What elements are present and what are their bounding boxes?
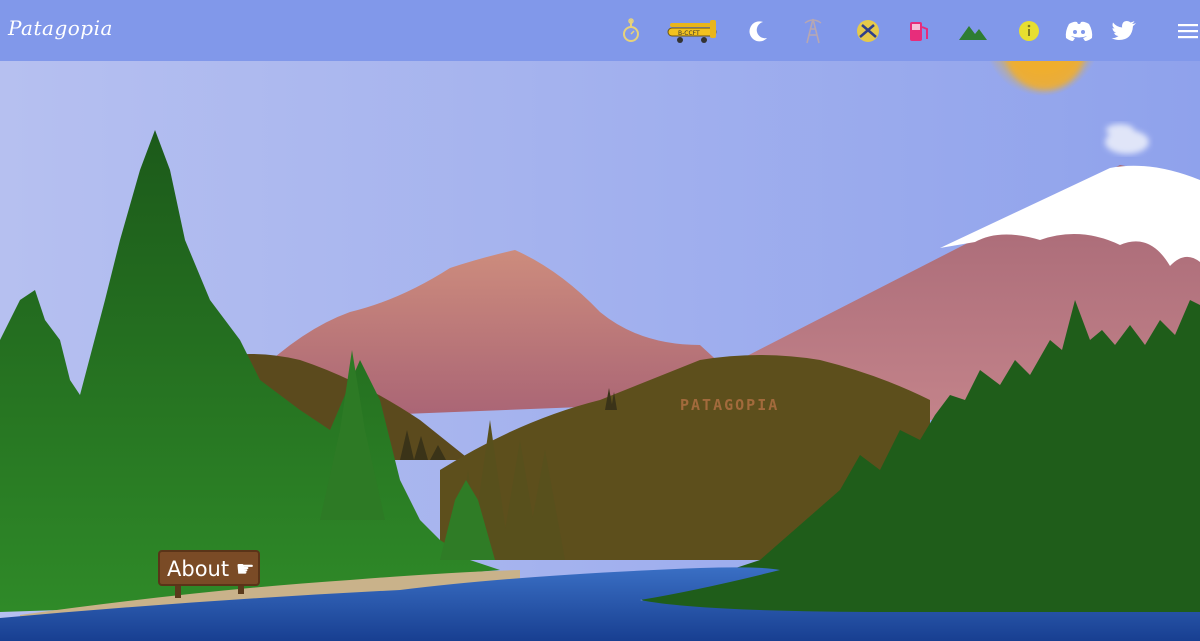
discord-icon[interactable] [1064, 16, 1094, 46]
site-logo[interactable]: Patagopia [8, 16, 113, 40]
svg-text:B-CCFT: B-CCFT [678, 30, 700, 37]
info-icon[interactable] [1014, 16, 1044, 46]
about-sign-label[interactable]: About ☛ [167, 557, 255, 581]
twitter-icon[interactable] [1109, 16, 1139, 46]
hamburger-menu-icon[interactable] [1176, 16, 1200, 46]
pocket-watch-icon[interactable] [616, 16, 646, 46]
biplane-icon[interactable]: B-CCFT [666, 16, 722, 46]
mountain-icon[interactable] [958, 16, 988, 46]
hill-sign-text: PATAGOPIA [680, 396, 779, 414]
top-navbar: Patagopia B-CCFT [0, 0, 1200, 61]
pickaxes-icon[interactable] [853, 16, 883, 46]
landscape-scene: PATAGOPIA About ☛ [0, 0, 1200, 641]
fuel-pump-icon[interactable] [904, 16, 934, 46]
moon-icon[interactable] [744, 16, 774, 46]
radio-tower-icon[interactable] [798, 16, 828, 46]
